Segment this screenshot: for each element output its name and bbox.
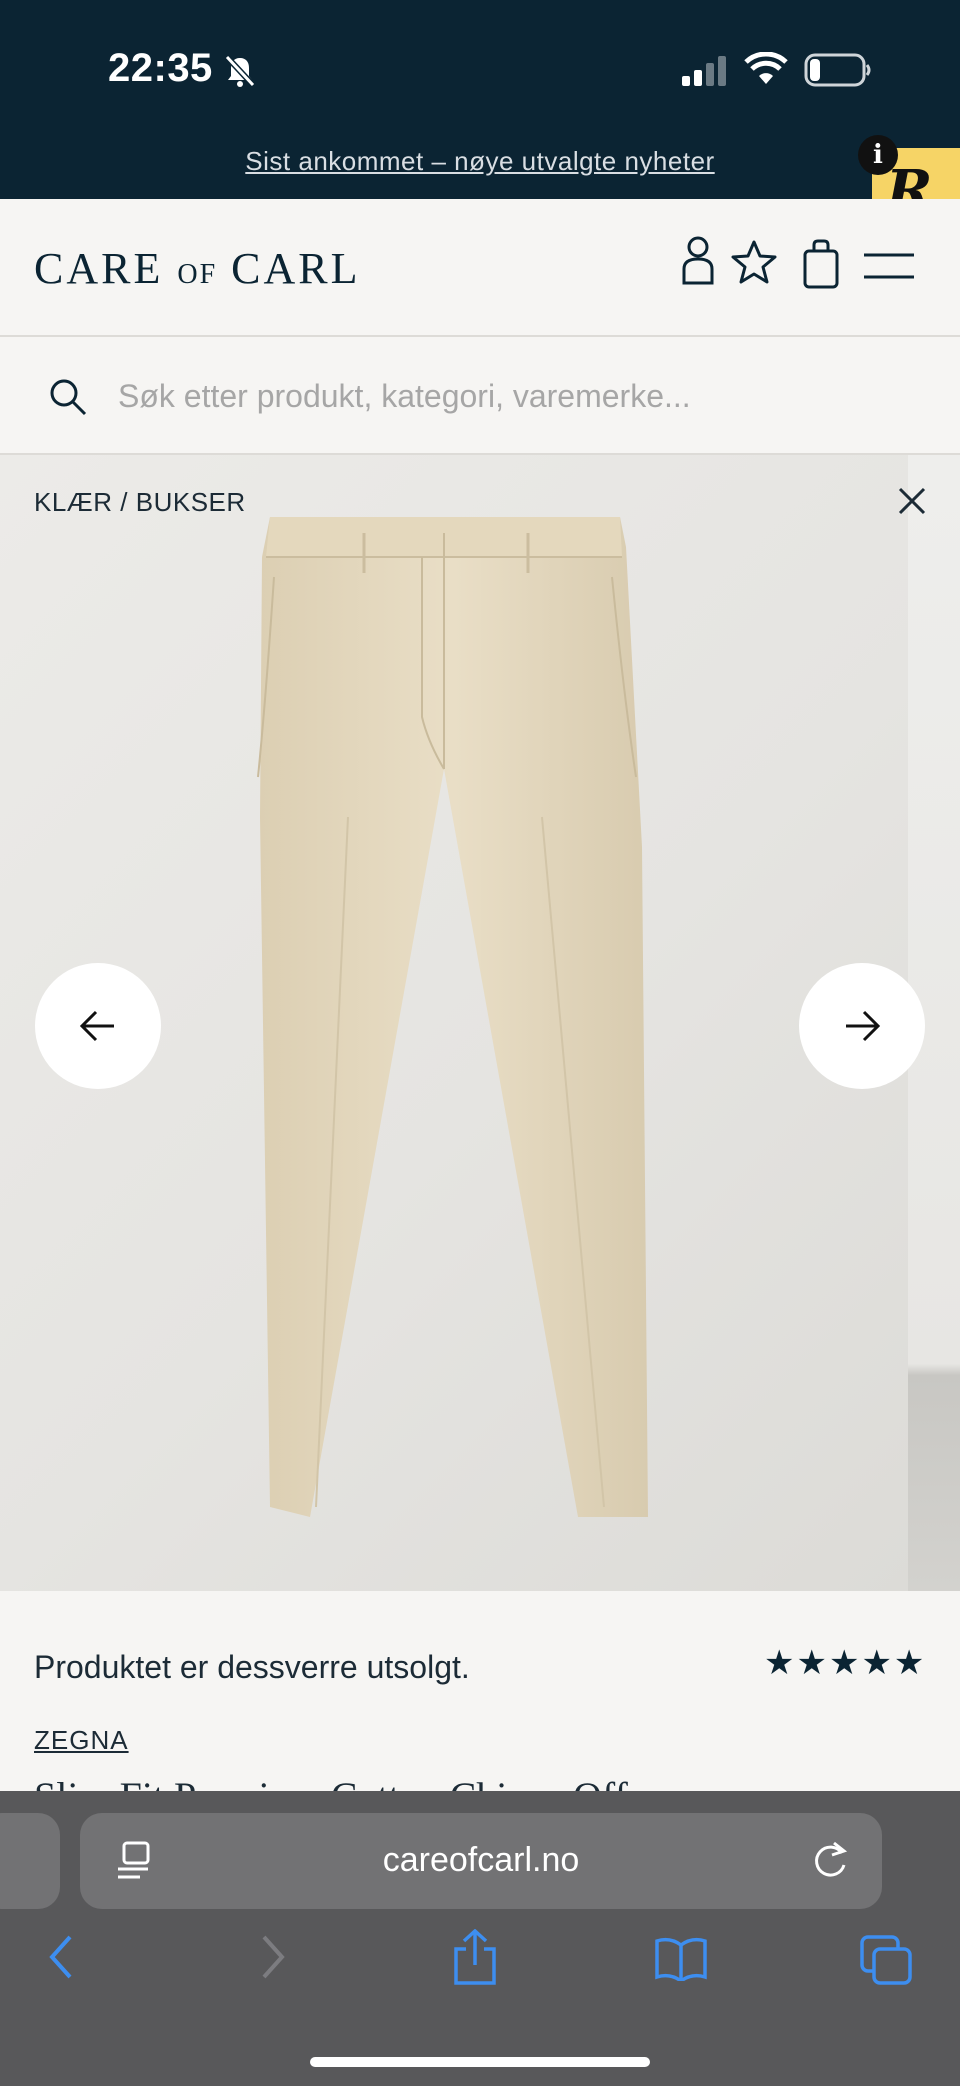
user-icon[interactable] [678, 235, 718, 287]
breadcrumb[interactable]: KLÆR / BUKSER [34, 487, 246, 518]
cellular-signal-icon [682, 56, 726, 86]
status-time: 22:35 [108, 46, 213, 90]
forward-icon[interactable] [258, 1933, 288, 1981]
search-bar [0, 337, 960, 455]
logo-word-carl: CARL [231, 244, 361, 293]
battery-low-icon [804, 53, 871, 87]
arrow-left-icon [79, 1010, 114, 1042]
brand-link[interactable]: ZEGNA [34, 1725, 129, 1756]
reload-icon[interactable] [810, 1839, 850, 1881]
url-text: careofcarl.no [382, 1841, 580, 1879]
address-bar[interactable]: careofcarl.no [80, 1813, 882, 1909]
home-indicator [310, 2057, 650, 2067]
sold-out-notice: Produktet er dessverre utsolgt. [34, 1649, 470, 1685]
search-icon [50, 379, 87, 416]
chino-pants-illustration [257, 517, 648, 1517]
shopping-bag-icon[interactable] [800, 239, 842, 289]
hamburger-menu-icon[interactable] [862, 251, 916, 281]
product-info: Produktet er dessverre utsolgt. ★★★★★ ZE… [0, 1591, 960, 1791]
share-icon[interactable] [452, 1929, 498, 1985]
previous-tab-peek[interactable] [0, 1813, 60, 1909]
product-title: Slim Fit Premium Cotton Chinos Off... [34, 1773, 658, 1791]
wifi-icon [744, 52, 788, 84]
previous-image-button[interactable] [35, 963, 161, 1089]
info-icon[interactable]: i [858, 135, 898, 175]
announcement-link[interactable]: Sist ankommet – nøye utvalgte nyheter [0, 146, 960, 177]
back-icon[interactable] [46, 1933, 76, 1981]
rating-stars[interactable]: ★★★★★ [764, 1643, 926, 1683]
logo-word-of: OF [177, 259, 218, 290]
bell-muted-icon [224, 54, 256, 88]
status-bar: 22:35 Sist ankommet – nøye utvalgte nyhe… [0, 0, 960, 199]
tabs-icon[interactable] [860, 1935, 912, 1985]
browser-toolbar: careofcarl.no [0, 1791, 960, 2086]
bookmarks-icon[interactable] [654, 1937, 708, 1981]
next-image-button[interactable] [799, 963, 925, 1089]
arrow-right-icon [846, 1010, 881, 1042]
product-gallery[interactable]: KLÆR / BUKSER [0, 455, 960, 1591]
site-header: CARE OF CARL [0, 199, 960, 337]
wishlist-star-icon[interactable] [730, 239, 778, 285]
logo-word-care: CARE [34, 244, 164, 293]
logo[interactable]: CARE OF CARL [34, 243, 361, 294]
search-input[interactable] [118, 367, 898, 425]
close-icon[interactable] [896, 485, 928, 517]
